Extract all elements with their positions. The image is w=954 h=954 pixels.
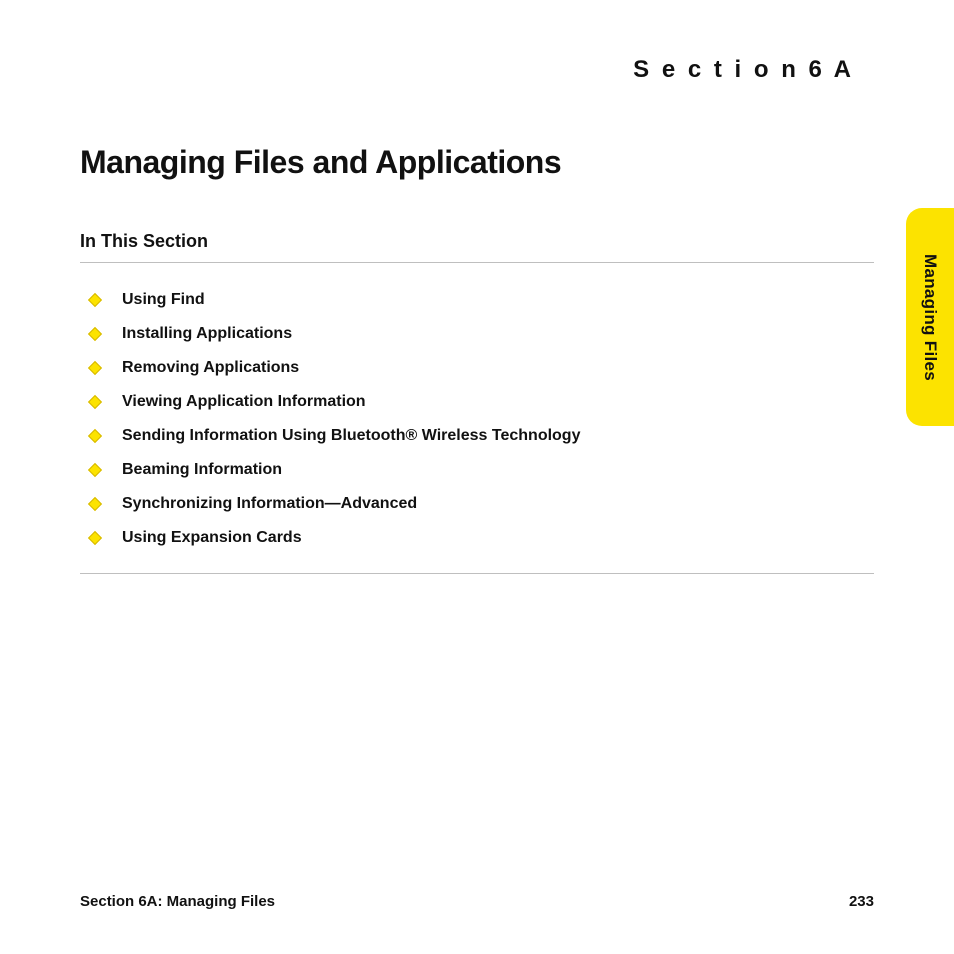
list-item: Removing Applications xyxy=(80,351,874,385)
diamond-bullet-icon xyxy=(88,361,102,375)
toc-link[interactable]: Removing Applications xyxy=(122,359,299,377)
toc-link[interactable]: Using Expansion Cards xyxy=(122,529,302,547)
page-title: Managing Files and Applications xyxy=(80,144,874,181)
toc-link[interactable]: Installing Applications xyxy=(122,325,292,343)
list-item: Sending Information Using Bluetooth® Wir… xyxy=(80,419,874,453)
toc-link[interactable]: Viewing Application Information xyxy=(122,393,366,411)
list-item: Using Find xyxy=(80,283,874,317)
diamond-bullet-icon xyxy=(88,429,102,443)
list-item: Using Expansion Cards xyxy=(80,521,874,555)
toc-link[interactable]: Beaming Information xyxy=(122,461,282,479)
diamond-bullet-icon xyxy=(88,293,102,307)
toc-link[interactable]: Sending Information Using Bluetooth® Wir… xyxy=(122,427,580,445)
in-this-section-heading: In This Section xyxy=(80,231,874,262)
diamond-bullet-icon xyxy=(88,327,102,341)
divider-bottom xyxy=(80,573,874,574)
list-item: Installing Applications xyxy=(80,317,874,351)
side-tab-label: Managing Files xyxy=(920,254,940,381)
diamond-bullet-icon xyxy=(88,531,102,545)
diamond-bullet-icon xyxy=(88,463,102,477)
toc-link[interactable]: Synchronizing Information—Advanced xyxy=(122,495,417,513)
footer-page-number: 233 xyxy=(849,893,874,910)
section-label: S e c t i o n 6 A xyxy=(80,56,874,84)
toc-link[interactable]: Using Find xyxy=(122,291,205,309)
diamond-bullet-icon xyxy=(88,395,102,409)
diamond-bullet-icon xyxy=(88,497,102,511)
toc-list: Using Find Installing Applications Remov… xyxy=(80,263,874,573)
list-item: Viewing Application Information xyxy=(80,385,874,419)
side-tab: Managing Files xyxy=(906,208,954,426)
list-item: Beaming Information xyxy=(80,453,874,487)
footer-section-label: Section 6A: Managing Files xyxy=(80,893,275,910)
list-item: Synchronizing Information—Advanced xyxy=(80,487,874,521)
page-footer: Section 6A: Managing Files 233 xyxy=(80,893,874,910)
document-page: S e c t i o n 6 A Managing Files and App… xyxy=(0,0,954,954)
